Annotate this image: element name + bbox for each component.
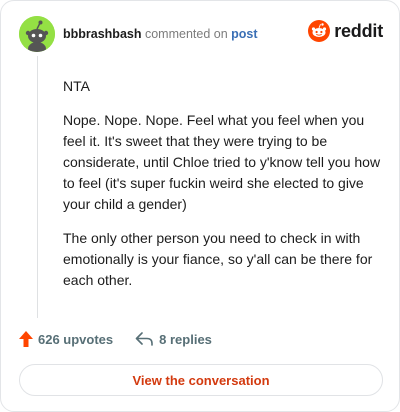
username[interactable]: bbbrashbash <box>63 27 142 41</box>
view-conversation-button[interactable]: View the conversation <box>19 364 383 396</box>
user-avatar[interactable] <box>19 16 55 52</box>
replies-count: 8 replies <box>159 331 212 347</box>
arrow-up-icon <box>19 331 33 347</box>
comment-footer: 626 upvotes 8 replies <box>19 331 212 347</box>
reply-arrow-icon <box>135 332 153 346</box>
reddit-wordmark: reddit <box>334 20 383 41</box>
post-link[interactable]: post <box>231 27 257 41</box>
comment-paragraph: NTA <box>63 78 90 94</box>
upvote-count: 626 upvotes <box>38 331 114 347</box>
reddit-logo[interactable]: reddit <box>308 20 383 42</box>
snoo-avatar-icon <box>19 16 55 52</box>
thread-line[interactable] <box>37 56 38 318</box>
comment-paragraph: Nope. Nope. Nope. Feel what you feel whe… <box>63 112 381 212</box>
comment-paragraph: The only other person you need to check … <box>63 230 373 288</box>
comment-header: bbbrashbash commented on post <box>63 26 258 42</box>
upvote-button[interactable]: 626 upvotes <box>19 331 113 347</box>
comment-card: bbbrashbash commented on post reddit NTA… <box>0 0 400 412</box>
reddit-snoo-icon <box>308 20 331 42</box>
comment-body: NTA Nope. Nope. Nope. Feel what you feel… <box>63 76 381 304</box>
replies-button[interactable]: 8 replies <box>135 332 212 347</box>
action-text: commented on <box>144 27 228 41</box>
